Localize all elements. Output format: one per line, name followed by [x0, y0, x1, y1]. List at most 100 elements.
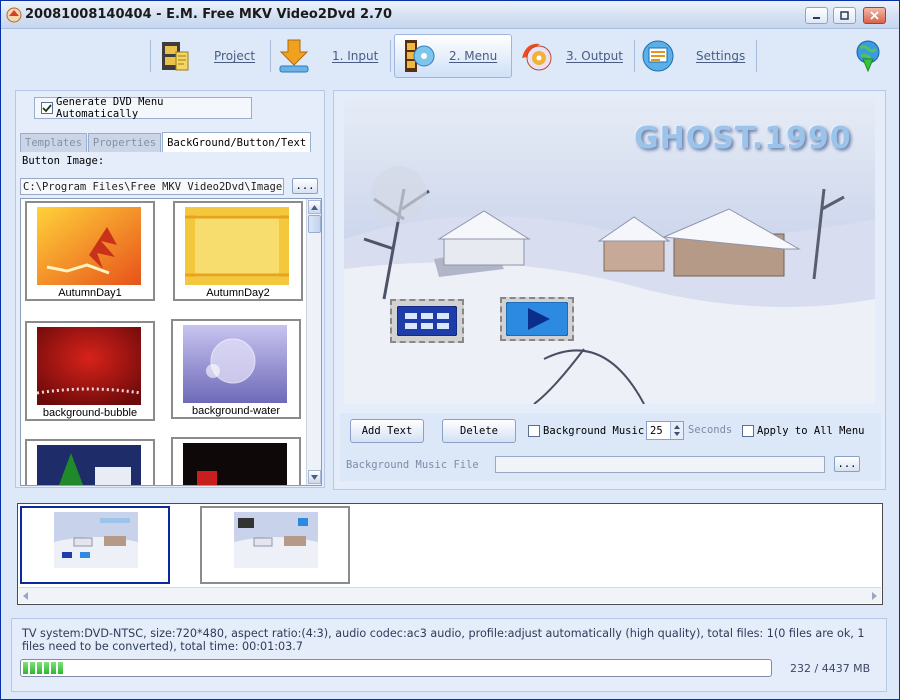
- gallery-caption: background-water: [191, 405, 281, 417]
- tab-background-button-text[interactable]: BackGround/Button/Text: [162, 132, 312, 152]
- menu-page-thumb-2[interactable]: [200, 506, 350, 584]
- input-label: 1. Input: [332, 49, 379, 63]
- seconds-label: Seconds: [688, 424, 733, 436]
- toolbar-separator: [756, 40, 757, 72]
- bgm-file-field[interactable]: [495, 456, 825, 473]
- play-icon: [506, 302, 568, 336]
- window-title: 20081008140404 - E.M. Free MKV Video2Dvd…: [25, 7, 393, 22]
- seconds-value: 25: [650, 424, 663, 437]
- menu-settings-panel: Generate DVD Menu Automatically Template…: [15, 90, 325, 488]
- generate-menu-check[interactable]: [41, 102, 53, 114]
- project-label: Project: [214, 49, 256, 63]
- image-path-field[interactable]: C:\Program Files\Free MKV Video2Dvd\Imag…: [20, 178, 284, 195]
- tab-templates[interactable]: Templates: [20, 133, 87, 152]
- stepper-arrows[interactable]: [670, 422, 683, 439]
- title-bar[interactable]: 20081008140404 - E.M. Free MKV Video2Dvd…: [1, 1, 899, 29]
- settings-label: Settings: [696, 49, 746, 63]
- apply-all-checkbox[interactable]: [742, 425, 754, 437]
- bgm-file-label: Background Music File: [346, 459, 479, 471]
- gallery-caption: AutumnDay1: [58, 287, 122, 299]
- project-button[interactable]: Project: [156, 34, 266, 78]
- scroll-down-button[interactable]: [308, 470, 321, 484]
- output-button[interactable]: 3. Output: [518, 34, 628, 78]
- chevron-down-icon: [311, 474, 318, 480]
- spin-arrows-icon: [674, 425, 680, 436]
- progress-block: [58, 662, 63, 674]
- candles-thumbnail: [183, 443, 287, 485]
- grid-chapters-icon: [397, 306, 457, 336]
- progress-block: [30, 662, 35, 674]
- app-window: 20081008140404 - E.M. Free MKV Video2Dvd…: [0, 0, 900, 700]
- menu-page-thumbnail: [234, 512, 318, 568]
- update-button[interactable]: [852, 34, 886, 78]
- gallery-item[interactable]: background-bubble: [25, 321, 155, 421]
- gallery-item[interactable]: AutumnDay2: [173, 201, 303, 301]
- maximize-button[interactable]: [833, 7, 856, 24]
- progress-block: [44, 662, 49, 674]
- background-music-checkbox[interactable]: [528, 425, 540, 437]
- menu-controls: Add Text Delete Background Music 25 Seco…: [340, 413, 881, 481]
- input-button[interactable]: 1. Input: [276, 34, 386, 78]
- toolbar-separator: [270, 40, 271, 72]
- gallery-scrollbar[interactable]: [306, 199, 321, 485]
- seconds-stepper[interactable]: 25: [646, 421, 684, 440]
- maximize-icon: [840, 11, 849, 20]
- disc-usage-progress: [20, 659, 772, 677]
- main-toolbar: Project 1. Input 2. Menu 3. Output Setti…: [2, 30, 898, 82]
- settings-window-icon: [642, 40, 674, 72]
- menu-preview-panel: GHOST.1990 Add Text Delete Background Mu…: [333, 90, 886, 490]
- menu-title-text[interactable]: GHOST.1990: [634, 121, 852, 156]
- checkmark-icon: [42, 104, 52, 113]
- close-button[interactable]: [863, 7, 886, 24]
- button-image-gallery: AutumnDay1 AutumnDay2 background-bubble: [20, 198, 322, 486]
- minimize-icon: [813, 17, 820, 19]
- gallery-item[interactable]: AutumnDay1: [25, 201, 155, 301]
- scroll-up-button[interactable]: [308, 200, 321, 214]
- tab-properties[interactable]: Properties: [87, 133, 162, 152]
- disc-usage-text: 232 / 4437 MB: [790, 662, 871, 675]
- gallery-item[interactable]: [25, 439, 155, 485]
- progress-block: [51, 662, 56, 674]
- browse-images-button[interactable]: ...: [292, 178, 318, 194]
- generate-menu-checkbox[interactable]: Generate DVD Menu Automatically: [34, 96, 252, 120]
- burning-disc-icon: [522, 43, 552, 71]
- menu-preview[interactable]: GHOST.1990: [344, 99, 875, 404]
- play-menu-button[interactable]: [500, 297, 574, 341]
- menu-pages-strip: [17, 503, 883, 605]
- gallery-caption: background-bubble: [42, 407, 138, 419]
- settings-button[interactable]: Settings: [640, 34, 752, 78]
- output-label: 3. Output: [566, 49, 623, 63]
- strip-scrollbar[interactable]: [19, 587, 881, 603]
- menu-page-thumb-1[interactable]: [20, 506, 170, 584]
- chapter-menu-button[interactable]: [390, 299, 464, 343]
- download-input-icon: [279, 39, 309, 73]
- progress-block: [37, 662, 42, 674]
- film-project-icon: [162, 42, 189, 71]
- status-panel: TV system:DVD-NTSC, size:720*480, aspect…: [11, 618, 887, 692]
- button-image-label: Button Image:: [22, 155, 105, 167]
- chevron-up-icon: [311, 204, 318, 210]
- toolbar-separator: [150, 40, 151, 72]
- menu-button[interactable]: 2. Menu: [394, 34, 512, 78]
- minimize-button[interactable]: [805, 7, 828, 24]
- chevron-right-icon[interactable]: [872, 592, 877, 600]
- chevron-left-icon[interactable]: [23, 592, 28, 600]
- christmas-thumbnail: [37, 445, 141, 485]
- browse-music-button[interactable]: ...: [834, 456, 860, 472]
- gallery-item[interactable]: background-water: [171, 319, 301, 419]
- gallery-caption: AutumnDay2: [206, 287, 270, 299]
- project-info-text: TV system:DVD-NTSC, size:720*480, aspect…: [22, 627, 865, 653]
- film-strip-menu-icon: [405, 40, 435, 72]
- delete-button[interactable]: Delete: [442, 419, 516, 443]
- add-text-button[interactable]: Add Text: [350, 419, 424, 443]
- background-bubble-thumbnail: [37, 327, 141, 405]
- menu-label: 2. Menu: [449, 49, 498, 63]
- apply-all-label: Apply to All Menu: [757, 425, 865, 437]
- autumn-day2-thumbnail: [185, 207, 289, 285]
- scroll-thumb[interactable]: [308, 215, 321, 233]
- generate-menu-label: Generate DVD Menu Automatically: [56, 96, 164, 120]
- gallery-item[interactable]: [171, 437, 301, 485]
- settings-tabs: Templates Properties BackGround/Button/T…: [20, 132, 312, 152]
- globe-download-icon: [856, 40, 880, 73]
- app-icon: [6, 7, 22, 23]
